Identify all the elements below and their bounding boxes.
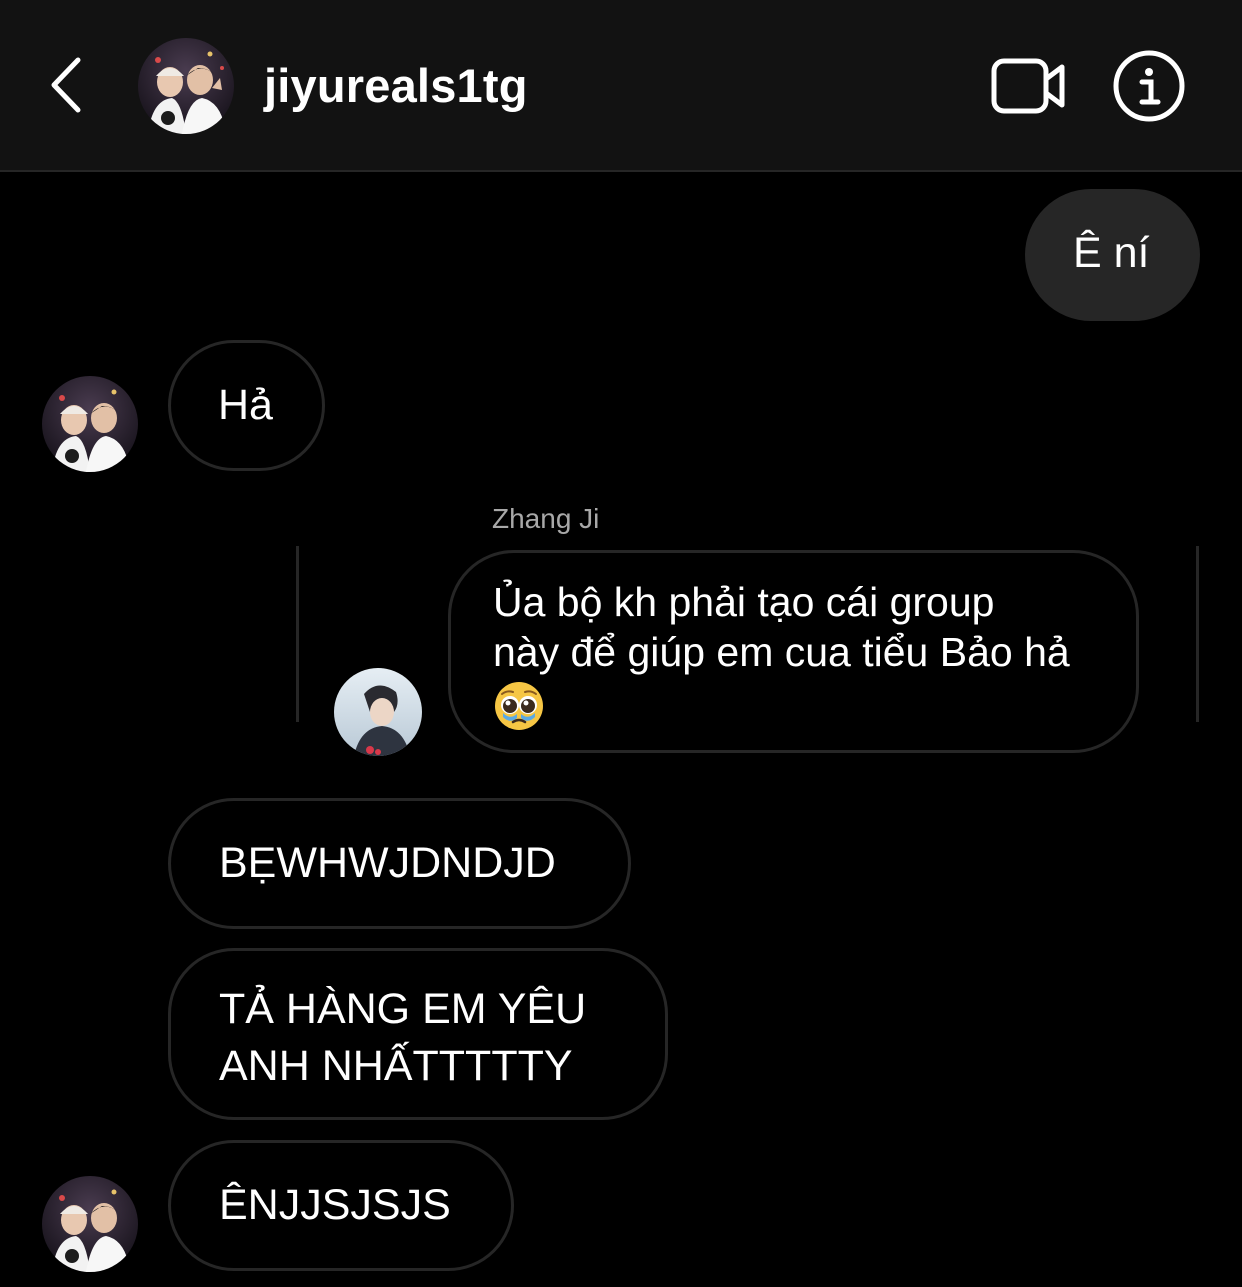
username[interactable]: jiyureals1tg (264, 58, 528, 114)
message-text: BẸWHWJDNDJD (219, 839, 556, 887)
chat-header: jiyureals1tg (0, 0, 1242, 172)
pleading-face-emoji (495, 682, 543, 731)
message-text-line: ANH NHẤTTTTTY (219, 1042, 573, 1090)
message-bubble-outgoing[interactable]: Ê ní (1025, 189, 1200, 321)
video-camera-icon (991, 58, 1065, 114)
message-text-line: Ủa bộ kh phải tạo cái group (493, 579, 995, 625)
reply-divider (296, 546, 299, 722)
message-bubble-incoming[interactable]: Hả (168, 340, 325, 471)
shared-message-bubble[interactable]: Ủa bộ kh phải tạo cái group này để giúp … (448, 550, 1139, 753)
info-button[interactable] (1112, 49, 1186, 123)
profile-avatar[interactable] (138, 38, 234, 134)
shared-author-avatar[interactable] (334, 668, 422, 756)
message-text-line: này để giúp em cua tiểu Bảo hả (493, 629, 1070, 675)
chevron-left-icon (51, 57, 81, 113)
message-text: Ê ní (1073, 229, 1150, 277)
message-bubble-incoming[interactable]: ÊNJJSJSJS (168, 1140, 514, 1271)
reply-divider (1196, 546, 1199, 722)
shared-author-name: Zhang Ji (492, 503, 600, 534)
message-text: Hả (218, 381, 273, 429)
message-text: ÊNJJSJSJS (219, 1181, 451, 1229)
video-call-button[interactable] (990, 55, 1068, 117)
back-button[interactable] (40, 52, 96, 118)
message-bubble-incoming[interactable]: TẢ HÀNG EM YÊU ANH NHẤTTTTTY (168, 948, 668, 1120)
message-text-line: TẢ HÀNG EM YÊU (219, 985, 587, 1033)
info-icon (1113, 50, 1185, 122)
sender-avatar[interactable] (42, 1176, 138, 1272)
sender-avatar[interactable] (42, 376, 138, 472)
message-bubble-incoming[interactable]: BẸWHWJDNDJD (168, 798, 631, 929)
